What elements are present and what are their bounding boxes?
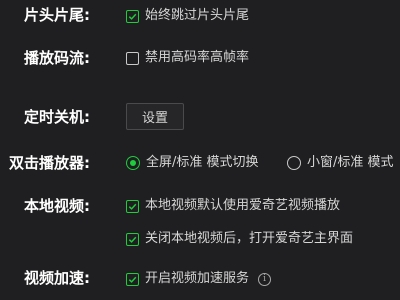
checkbox-checked-icon[interactable]: [126, 272, 139, 286]
skip-opening-ending-checkbox[interactable]: 始终跳过片头片尾: [126, 7, 249, 25]
open-main-after-close-label: 关闭本地视频后，打开爱奇艺主界面: [145, 231, 354, 246]
checkbox-checked-icon[interactable]: [126, 199, 139, 213]
stream-label: 播放码流:: [24, 49, 90, 67]
timer-shutdown-label: 定时关机:: [24, 108, 90, 126]
miniwindow-toggle-label: 小窗/标准 模式: [307, 155, 394, 170]
open-main-after-close-checkbox[interactable]: 关闭本地视频后，打开爱奇艺主界面: [126, 230, 353, 248]
video-acceleration-label: 视频加速:: [24, 269, 90, 287]
double-click-label: 双击播放器:: [9, 154, 90, 172]
info-icon[interactable]: i: [258, 272, 272, 286]
radio-unselected-icon[interactable]: [287, 156, 301, 170]
fullscreen-toggle-radio[interactable]: 全屏/标准 模式切换: [126, 154, 259, 172]
skip-opening-ending-label: 始终跳过片头片尾: [145, 8, 250, 23]
timer-settings-button[interactable]: 设置: [126, 103, 184, 130]
video-acceleration-checkbox[interactable]: 开启视频加速服务 i: [126, 270, 272, 288]
opening-ending-label: 片头片尾:: [24, 6, 90, 24]
fullscreen-toggle-label: 全屏/标准 模式切换: [146, 155, 259, 170]
miniwindow-toggle-radio[interactable]: 小窗/标准 模式: [287, 154, 394, 172]
disable-high-bitrate-label: 禁用高码率高帧率: [145, 50, 250, 65]
radio-selected-icon[interactable]: [126, 156, 140, 170]
local-video-default-label: 本地视频默认使用爱奇艺视频播放: [145, 198, 341, 213]
local-video-label: 本地视频:: [24, 197, 90, 215]
disable-high-bitrate-checkbox[interactable]: 禁用高码率高帧率: [126, 49, 249, 67]
video-acceleration-option-label: 开启视频加速服务: [145, 271, 250, 286]
checkbox-checked-icon[interactable]: [126, 9, 139, 23]
checkbox-checked-icon[interactable]: [126, 232, 139, 246]
checkbox-unchecked-icon[interactable]: [126, 51, 139, 65]
local-video-default-checkbox[interactable]: 本地视频默认使用爱奇艺视频播放: [126, 197, 340, 215]
